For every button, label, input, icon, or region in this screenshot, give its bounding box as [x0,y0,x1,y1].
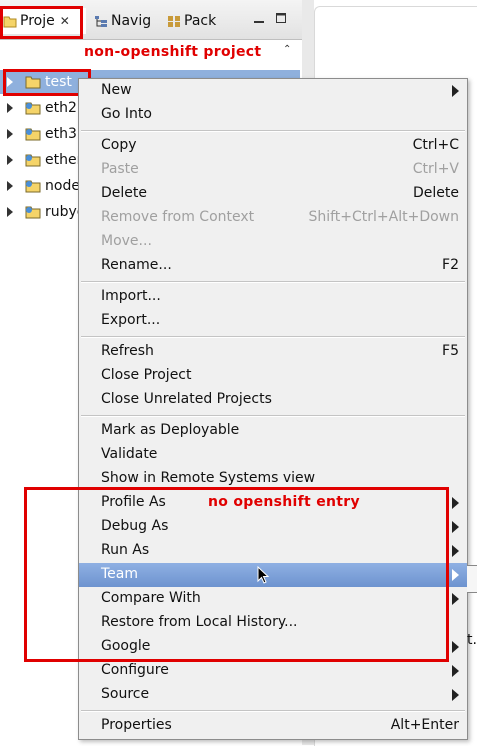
menu-item-refresh[interactable]: Refresh F5 [79,340,467,364]
menu-item-shortcut: Delete [413,185,459,201]
menu-item-label: Source [101,686,150,702]
menu-item-label: Mark as Deployable [101,422,240,438]
menu-item-properties[interactable]: Properties Alt+Enter [79,714,467,738]
menu-item-label: Copy [101,137,137,153]
menu-item-shortcut: Ctrl+C [412,137,459,153]
minimize-icon[interactable] [253,12,265,24]
menu-item-label: Properties [101,717,172,733]
menu-item-configure[interactable]: Configure [79,659,467,683]
menu-separator [81,130,465,132]
submenu-arrow-icon [452,593,459,605]
navigator-icon [93,13,109,29]
tree-item-label: eth3 [45,126,77,142]
menu-item-shortcut: F2 [442,257,459,273]
menu-item-paste: Paste Ctrl+V [79,158,467,182]
submenu-arrow-icon [452,521,459,533]
menu-item-close-project[interactable]: Close Project [79,364,467,388]
tab-label: Navig [111,13,152,29]
tree-item-label: ether [45,152,83,168]
annotation-box-tab [0,6,83,39]
submenu-arrow-icon [452,569,459,581]
annotation-non-openshift: non-openshift project [84,44,262,60]
project-folder-icon [25,128,41,141]
menu-item-label: Close Unrelated Projects [101,391,272,407]
project-folder-icon [25,206,41,219]
menu-item-label: Close Project [101,367,192,383]
menu-item-label: Validate [101,446,158,462]
expand-icon[interactable] [7,155,13,165]
menu-item-label: Rename... [101,257,172,273]
tree-item-label: eth2 [45,100,77,116]
menu-item-remove-from-context: Remove from Context Shift+Ctrl+Alt+Down [79,206,467,230]
menu-item-validate[interactable]: Validate [79,443,467,467]
menu-item-copy[interactable]: Copy Ctrl+C [79,134,467,158]
menu-item-label: Refresh [101,343,154,359]
package-explorer-icon [166,13,182,29]
menu-item-mark-as-deployable[interactable]: Mark as Deployable [79,419,467,443]
menu-item-rename[interactable]: Rename... F2 [79,254,467,278]
menu-item-shortcut: F5 [442,343,459,359]
menu-item-label: Show in Remote Systems view [101,470,316,486]
submenu-arrow-icon [452,497,459,509]
menu-item-label: Paste [101,161,139,177]
maximize-icon[interactable] [275,12,287,24]
menu-item-go-into[interactable]: Go Into [79,103,467,127]
menu-item-move: Move... [79,230,467,254]
submenu-edge [467,565,477,593]
menu-item-shortcut: Shift+Ctrl+Alt+Down [308,209,459,225]
submenu-arrow-icon [452,689,459,701]
menu-item-delete[interactable]: Delete Delete [79,182,467,206]
tree-item-label: node [45,178,80,194]
menu-item-label: Remove from Context [101,209,255,225]
expand-icon[interactable] [7,207,13,217]
menu-item-label: Delete [101,185,147,201]
menu-item-label: Export... [101,312,161,328]
view-menu-icon[interactable]: ⌃ [283,44,291,55]
menu-item-label: Move... [101,233,152,249]
expand-icon[interactable] [7,129,13,139]
expand-icon[interactable] [7,103,13,113]
menu-item-new[interactable]: New [79,79,467,103]
menu-item-close-unrelated-projects[interactable]: Close Unrelated Projects [79,388,467,412]
expand-icon[interactable] [7,181,13,191]
tab-package-explorer[interactable]: Pack [166,8,228,34]
project-folder-icon [25,102,41,115]
submenu-arrow-icon [452,545,459,557]
project-folder-icon [25,154,41,167]
menu-item-shortcut: Alt+Enter [390,717,459,733]
mouse-cursor-icon [257,566,270,584]
background-text: t.c [467,632,477,648]
annotation-box-menu [24,487,449,662]
submenu-arrow-icon [452,665,459,677]
tab-label: Pack [184,13,217,29]
menu-separator [81,336,465,338]
menu-item-label: Go Into [101,106,152,122]
menu-item-import[interactable]: Import... [79,285,467,309]
submenu-arrow-icon [452,641,459,653]
submenu-arrow-icon [452,85,459,97]
menu-item-export[interactable]: Export... [79,309,467,333]
menu-item-source[interactable]: Source [79,683,467,707]
menu-separator [81,415,465,417]
menu-item-shortcut: Ctrl+V [412,161,459,177]
menu-separator [81,281,465,283]
project-folder-icon [25,180,41,193]
menu-item-label: New [101,82,132,98]
menu-item-label: Import... [101,288,161,304]
tab-navigator[interactable]: Navig [93,8,163,34]
menu-item-label: Configure [101,662,169,678]
menu-separator [81,710,465,712]
